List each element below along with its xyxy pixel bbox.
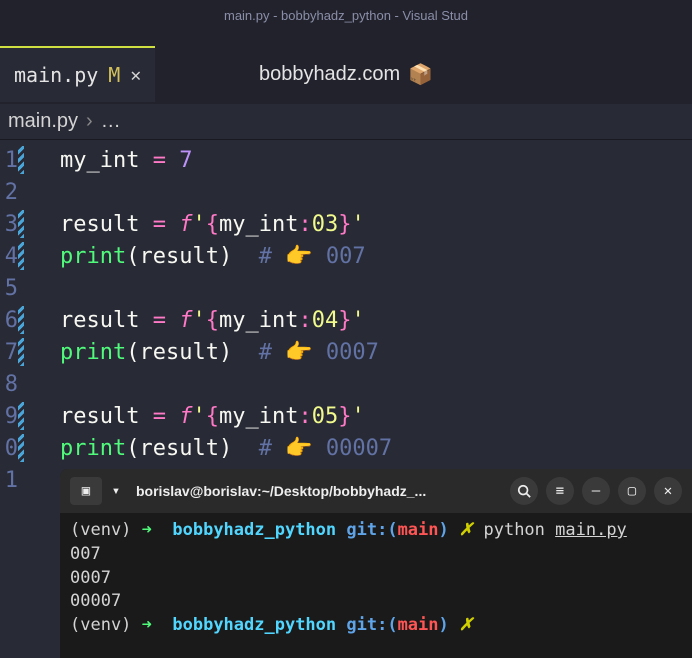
line-number: 9 xyxy=(0,404,18,429)
terminal-controls: ≡ — ▢ ✕ xyxy=(510,477,682,505)
gutter-modified-marker xyxy=(18,466,24,494)
code-line[interactable]: 7print(result) # 👉 0007 xyxy=(0,336,692,368)
code-line[interactable]: 4print(result) # 👉 007 xyxy=(0,240,692,272)
code-content[interactable]: result = f'{my_int:04}' xyxy=(24,308,365,333)
line-number: 7 xyxy=(0,340,18,365)
chevron-right-icon: › xyxy=(86,110,93,133)
breadcrumb-file[interactable]: main.py xyxy=(8,110,78,133)
breadcrumb-rest[interactable]: … xyxy=(101,110,121,133)
new-tab-icon[interactable]: ▣ xyxy=(70,477,102,505)
tab-filename: main.py xyxy=(14,63,98,87)
terminal-new-tab[interactable]: ▣ ▾ xyxy=(70,477,126,505)
line-number: 6 xyxy=(0,308,18,333)
code-line[interactable]: 5 xyxy=(0,272,692,304)
code-editor[interactable]: 1my_int = 723result = f'{my_int:03}'4pri… xyxy=(0,140,692,496)
terminal-line: 00007 xyxy=(70,590,682,614)
line-number: 1 xyxy=(0,468,18,493)
package-icon: 📦 xyxy=(408,62,433,87)
code-content[interactable]: print(result) # 👉 00007 xyxy=(24,436,392,461)
line-number: 8 xyxy=(0,372,18,397)
overlay-domain: bobbyhadz.com xyxy=(259,63,400,86)
code-content[interactable]: print(result) # 👉 007 xyxy=(24,244,366,269)
window-title: main.py - bobbyhadz_python - Visual Stud xyxy=(224,8,468,23)
code-content[interactable]: my_int = 7 xyxy=(24,148,192,173)
terminal-line: 0007 xyxy=(70,567,682,591)
code-line[interactable]: 2 xyxy=(0,176,692,208)
code-content[interactable]: result = f'{my_int:05}' xyxy=(24,404,365,429)
line-number: 2 xyxy=(0,180,18,205)
line-number: 1 xyxy=(0,148,18,173)
line-number: 4 xyxy=(0,244,18,269)
line-number: 0 xyxy=(0,436,18,461)
terminal-body[interactable]: (venv) ➜ bobbyhadz_python git:(main) ✗ p… xyxy=(60,513,692,658)
terminal-line: (venv) ➜ bobbyhadz_python git:(main) ✗ p… xyxy=(70,519,682,543)
overlay-text: bobbyhadz.com 📦 xyxy=(259,62,433,87)
gutter-modified-marker xyxy=(18,370,24,398)
close-icon[interactable]: ✕ xyxy=(654,477,682,505)
terminal-line: 007 xyxy=(70,543,682,567)
terminal-title: borislav@borislav:~/Desktop/bobbyhadz_..… xyxy=(136,483,500,499)
line-number: 3 xyxy=(0,212,18,237)
breadcrumb[interactable]: main.py › … xyxy=(0,104,692,140)
chevron-down-icon[interactable]: ▾ xyxy=(106,477,126,505)
code-content[interactable]: result = f'{my_int:03}' xyxy=(24,212,365,237)
gutter-modified-marker xyxy=(18,274,24,302)
code-line[interactable]: 8 xyxy=(0,368,692,400)
code-line[interactable]: 6result = f'{my_int:04}' xyxy=(0,304,692,336)
menu-icon[interactable]: ≡ xyxy=(546,477,574,505)
line-number: 5 xyxy=(0,276,18,301)
code-line[interactable]: 1my_int = 7 xyxy=(0,144,692,176)
terminal-line: (venv) ➜ bobbyhadz_python git:(main) ✗ xyxy=(70,614,682,638)
close-icon[interactable]: ✕ xyxy=(130,65,141,86)
gutter-modified-marker xyxy=(18,178,24,206)
terminal-header: ▣ ▾ borislav@borislav:~/Desktop/bobbyhad… xyxy=(60,469,692,513)
tabs-row: main.py M ✕ bobbyhadz.com 📦 xyxy=(0,30,692,104)
maximize-icon[interactable]: ▢ xyxy=(618,477,646,505)
tab-modified-indicator: M xyxy=(108,63,120,87)
tab-main-py[interactable]: main.py M ✕ xyxy=(0,46,155,102)
terminal-window: ▣ ▾ borislav@borislav:~/Desktop/bobbyhad… xyxy=(60,469,692,658)
title-bar: main.py - bobbyhadz_python - Visual Stud xyxy=(0,0,692,30)
code-content[interactable]: print(result) # 👉 0007 xyxy=(24,340,379,365)
code-line[interactable]: 0print(result) # 👉 00007 xyxy=(0,432,692,464)
search-icon[interactable] xyxy=(510,477,538,505)
code-line[interactable]: 3result = f'{my_int:03}' xyxy=(0,208,692,240)
code-line[interactable]: 9result = f'{my_int:05}' xyxy=(0,400,692,432)
minimize-icon[interactable]: — xyxy=(582,477,610,505)
